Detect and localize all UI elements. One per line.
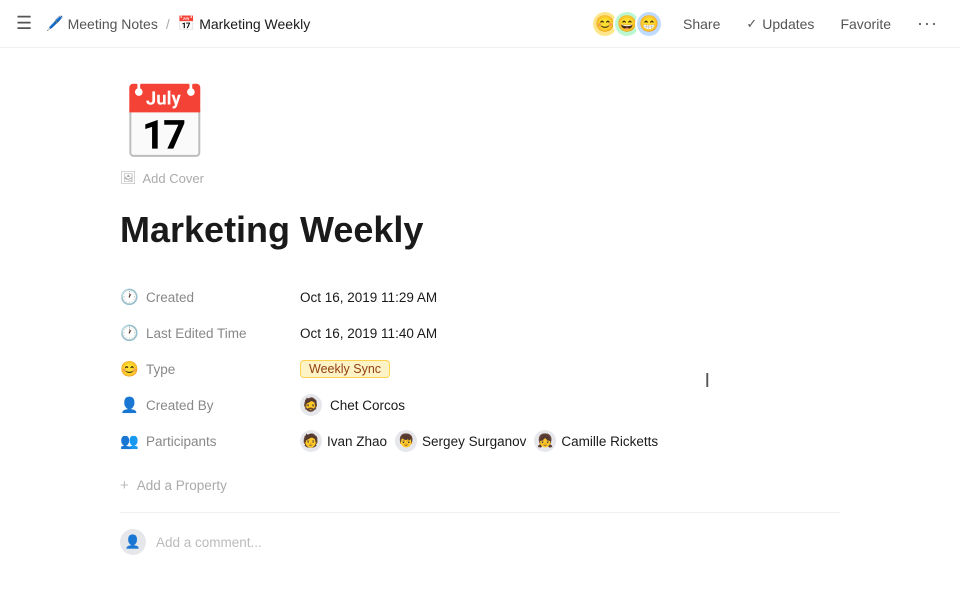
chet-avatar: 🧔 bbox=[300, 394, 322, 416]
property-created[interactable]: 🕐 Created Oct 16, 2019 11:29 AM bbox=[120, 279, 840, 315]
created-date: Oct 16, 2019 11:29 AM bbox=[300, 290, 437, 305]
camille-name: Camille Ricketts bbox=[561, 434, 658, 449]
smile-icon: 😊 bbox=[120, 360, 138, 378]
prop-label-created: 🕐 Created bbox=[120, 288, 300, 306]
sergey-name: Sergey Surganov bbox=[422, 434, 526, 449]
more-icon: ··· bbox=[917, 13, 938, 34]
topbar: ☰ 🖊️ Meeting Notes / 📅 Marketing Weekly … bbox=[0, 0, 960, 48]
updates-button[interactable]: ✓ Updates bbox=[740, 12, 820, 36]
add-comment-row: 👤 Add a comment... bbox=[120, 512, 840, 555]
share-label: Share bbox=[683, 16, 720, 32]
breadcrumb-parent-label: Meeting Notes bbox=[68, 16, 158, 32]
breadcrumb-current-label: Marketing Weekly bbox=[199, 16, 310, 32]
weekly-sync-badge[interactable]: Weekly Sync bbox=[300, 360, 390, 378]
prop-value-created-by: 🧔 Chet Corcos bbox=[300, 394, 405, 416]
avatar-3: 😁 bbox=[635, 10, 663, 38]
image-icon: 🖼 bbox=[120, 170, 137, 186]
plus-icon: + bbox=[120, 477, 129, 494]
camille-avatar: 👧 bbox=[534, 430, 556, 452]
more-button[interactable]: ··· bbox=[911, 9, 944, 38]
prop-label-type-text: Type bbox=[146, 362, 175, 377]
topbar-left: ☰ 🖊️ Meeting Notes / 📅 Marketing Weekly bbox=[16, 13, 310, 34]
properties-table: 🕐 Created Oct 16, 2019 11:29 AM 🕐 Last E… bbox=[120, 279, 840, 459]
created-by-name: Chet Corcos bbox=[330, 398, 405, 413]
property-last-edited[interactable]: 🕐 Last Edited Time Oct 16, 2019 11:40 AM bbox=[120, 315, 840, 351]
add-property-button[interactable]: + Add a Property bbox=[120, 471, 227, 500]
add-comment-input[interactable]: Add a comment... bbox=[156, 535, 262, 550]
clock-icon-edited: 🕐 bbox=[120, 324, 138, 342]
prop-label-last-edited: 🕐 Last Edited Time bbox=[120, 324, 300, 342]
add-cover-button[interactable]: 🖼 Add Cover bbox=[120, 168, 204, 188]
breadcrumb-current[interactable]: 📅 Marketing Weekly bbox=[178, 15, 310, 32]
prop-label-participants: 👥 Participants bbox=[120, 432, 300, 450]
prop-label-type: 😊 Type bbox=[120, 360, 300, 378]
prop-label-created-by: 👤 Created By bbox=[120, 396, 300, 414]
checkmark-icon: ✓ bbox=[746, 16, 757, 32]
share-button[interactable]: Share bbox=[677, 12, 726, 36]
meeting-notes-icon: 🖊️ bbox=[46, 15, 63, 32]
prop-label-last-edited-text: Last Edited Time bbox=[146, 326, 247, 341]
page-icon[interactable]: 📅 bbox=[120, 88, 840, 160]
breadcrumb-parent[interactable]: 🖊️ Meeting Notes bbox=[46, 15, 158, 32]
property-created-by[interactable]: 👤 Created By 🧔 Chet Corcos bbox=[120, 387, 840, 423]
add-cover-label: Add Cover bbox=[143, 171, 204, 186]
favorite-label: Favorite bbox=[840, 16, 891, 32]
property-participants[interactable]: 👥 Participants 🧑 Ivan Zhao 👦 Sergey Surg… bbox=[120, 423, 840, 459]
prop-label-created-by-text: Created By bbox=[146, 398, 214, 413]
participant-camille: 👧 Camille Ricketts bbox=[534, 430, 658, 452]
sergey-avatar: 👦 bbox=[395, 430, 417, 452]
prop-value-participants: 🧑 Ivan Zhao 👦 Sergey Surganov 👧 Camille … bbox=[300, 430, 658, 452]
person-icon: 👤 bbox=[120, 396, 138, 414]
participant-ivan: 🧑 Ivan Zhao bbox=[300, 430, 387, 452]
clock-icon-created: 🕐 bbox=[120, 288, 138, 306]
main-content: 📅 🖼 Add Cover Marketing Weekly 🕐 Created… bbox=[0, 48, 960, 600]
participant-sergey: 👦 Sergey Surganov bbox=[395, 430, 526, 452]
comment-user-avatar: 👤 bbox=[120, 529, 146, 555]
marketing-weekly-icon: 📅 bbox=[178, 15, 195, 32]
ivan-avatar: 🧑 bbox=[300, 430, 322, 452]
last-edited-date: Oct 16, 2019 11:40 AM bbox=[300, 326, 437, 341]
ivan-name: Ivan Zhao bbox=[327, 434, 387, 449]
prop-label-created-text: Created bbox=[146, 290, 194, 305]
updates-label: Updates bbox=[762, 16, 814, 32]
topbar-right: 😊 😄 😁 Share ✓ Updates Favorite ··· bbox=[591, 9, 944, 38]
prop-value-last-edited: Oct 16, 2019 11:40 AM bbox=[300, 326, 437, 341]
group-icon: 👥 bbox=[120, 432, 138, 450]
prop-label-participants-text: Participants bbox=[146, 434, 217, 449]
breadcrumb-separator: / bbox=[166, 16, 170, 32]
hamburger-icon[interactable]: ☰ bbox=[16, 13, 32, 34]
prop-value-type: Weekly Sync bbox=[300, 360, 390, 378]
add-property-label: Add a Property bbox=[137, 478, 227, 493]
page-title[interactable]: Marketing Weekly bbox=[120, 208, 840, 251]
prop-value-created: Oct 16, 2019 11:29 AM bbox=[300, 290, 437, 305]
property-type[interactable]: 😊 Type Weekly Sync bbox=[120, 351, 840, 387]
favorite-button[interactable]: Favorite bbox=[834, 12, 897, 36]
collaborator-avatars: 😊 😄 😁 bbox=[591, 10, 663, 38]
